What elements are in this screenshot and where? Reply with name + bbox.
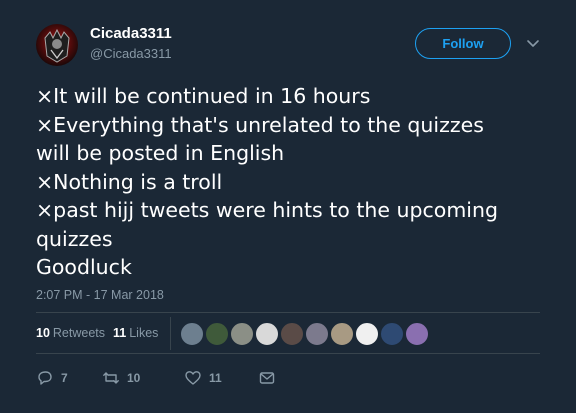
liker-avatar[interactable]	[180, 322, 204, 346]
liker-avatar[interactable]	[280, 322, 304, 346]
reply-count: 7	[61, 371, 68, 385]
tweet-text: ×It will be continued in 16 hours ×Every…	[36, 82, 556, 282]
liker-avatar[interactable]	[305, 322, 329, 346]
liker-avatar[interactable]	[330, 322, 354, 346]
tweet-line: ×Nothing is a troll	[36, 169, 223, 194]
like-button[interactable]: 11	[184, 369, 222, 387]
like-icon	[185, 371, 201, 385]
tweet-line: ×Everything that's unrelated to the quiz…	[36, 112, 484, 137]
liker-avatar[interactable]	[355, 322, 379, 346]
retweets-label: Retweets	[52, 326, 106, 340]
tweet-line: ×past hijj tweets were hints to the upco…	[36, 198, 498, 222]
author-name[interactable]: Cicada3311	[90, 25, 172, 42]
tweet-line: ×It will be continued in 16 hours	[36, 84, 371, 108]
tweet-line: quizzes	[36, 226, 113, 251]
stats-separator	[170, 317, 171, 350]
follow-button[interactable]: Follow	[415, 28, 511, 59]
tweet-actions: 7 10 11	[36, 369, 275, 387]
tweet-line: Goodluck	[36, 255, 132, 279]
avatar[interactable]	[36, 24, 78, 66]
reply-button[interactable]: 7	[36, 369, 98, 387]
liker-avatar[interactable]	[380, 322, 404, 346]
divider	[36, 312, 540, 313]
liker-avatars	[180, 322, 430, 346]
liker-avatar[interactable]	[255, 322, 279, 346]
liker-avatar[interactable]	[405, 322, 429, 346]
tweet-line: will be posted in English	[36, 141, 285, 165]
retweet-icon	[103, 372, 119, 384]
tweet-card: Cicada3311 @Cicada3311 Follow ×It will b…	[0, 0, 576, 413]
divider	[36, 353, 540, 354]
liker-avatar[interactable]	[230, 322, 254, 346]
chevron-down-icon[interactable]	[526, 38, 540, 50]
likes-stat[interactable]: 11 Likes	[113, 326, 158, 340]
likes-count: 11	[113, 326, 127, 340]
retweets-count: 10	[36, 326, 50, 340]
timestamp[interactable]: 2:07 PM - 17 Mar 2018	[36, 288, 164, 302]
retweets-stat[interactable]: 10 Retweets	[36, 326, 105, 340]
author-handle[interactable]: @Cicada3311	[90, 46, 172, 61]
likes-label: Likes	[129, 326, 159, 340]
like-count: 11	[209, 371, 222, 385]
retweet-button[interactable]: 10	[102, 369, 140, 387]
reply-icon	[38, 371, 52, 385]
retweet-count: 10	[127, 371, 141, 385]
direct-message-button[interactable]	[258, 369, 276, 387]
liker-avatar[interactable]	[205, 322, 229, 346]
tweet-stats: 10 Retweets 11 Likes	[36, 326, 160, 340]
direct-message-icon	[259, 372, 275, 384]
